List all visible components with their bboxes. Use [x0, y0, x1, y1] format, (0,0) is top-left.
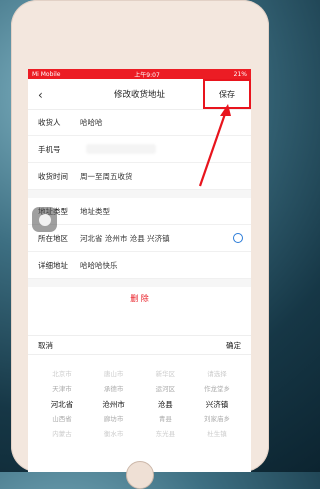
picker-option[interactable]: 山西省 [52, 412, 72, 427]
picker-columns: 北京市 天津市 河北省 山西省 内蒙古 唐山市 承德市 沧州市 廊坊市 衡水市 … [28, 355, 251, 442]
delivery-time-value[interactable]: 周一至周五收货 [80, 171, 133, 182]
picker-option[interactable]: 北京市 [52, 367, 72, 382]
detail-address-value[interactable]: 哈哈哈快乐 [80, 260, 118, 271]
picker-option[interactable]: 新华区 [156, 367, 176, 382]
delivery-time-label: 收货时间 [38, 171, 68, 181]
section-gap [28, 279, 251, 287]
section-gap [28, 190, 251, 198]
picker-option-selected[interactable]: 河北省 [51, 397, 74, 412]
receiver-value[interactable]: 哈哈哈 [80, 117, 103, 128]
address-form: 收货人 哈哈哈 手机号 收货时间 周一至周五收货 地址类型 地址类型 所在地区 … [28, 109, 251, 309]
app-screen: Mi Mobile 上午9:07 21% ‹ 修改收货地址 保存 收货人 哈哈哈… [28, 69, 251, 472]
picker-option[interactable]: 作龙堂乡 [204, 382, 230, 397]
picker-option[interactable]: 请选择 [207, 367, 227, 382]
receiver-field[interactable]: 收货人 哈哈哈 [28, 109, 251, 136]
address-type-value[interactable]: 地址类型 [80, 206, 110, 217]
picker-option[interactable]: 承德市 [104, 382, 124, 397]
city-column[interactable]: 唐山市 承德市 沧州市 廊坊市 衡水市 [90, 367, 138, 442]
detail-address-label: 详细地址 [38, 260, 68, 270]
picker-option[interactable]: 衡水市 [104, 427, 124, 442]
province-column[interactable]: 北京市 天津市 河北省 山西省 内蒙古 [38, 367, 86, 442]
delete-button[interactable]: 删 除 [28, 287, 251, 309]
region-value[interactable]: 河北省 沧州市 沧县 兴济镇 [80, 233, 170, 244]
picker-option[interactable]: 内蒙古 [52, 427, 72, 442]
carrier: Mi Mobile [32, 70, 61, 78]
region-label: 所在地区 [38, 233, 68, 243]
picker-option-selected[interactable]: 兴济镇 [206, 397, 229, 412]
region-field[interactable]: 所在地区 河北省 沧州市 沧县 兴济镇 [28, 225, 251, 252]
picker-option[interactable]: 天津市 [52, 382, 72, 397]
assistive-touch-dot [38, 213, 51, 226]
picker-option[interactable]: 东光县 [156, 427, 176, 442]
status-bar: Mi Mobile 上午9:07 21% [28, 69, 251, 79]
receiver-label: 收货人 [38, 117, 61, 127]
picker-option-selected[interactable]: 沧县 [158, 397, 173, 412]
picker-option[interactable]: 杜生镇 [207, 427, 227, 442]
picker-option[interactable]: 青县 [159, 412, 172, 427]
picker-header: 取消 确定 [28, 336, 251, 355]
picker-option-selected[interactable]: 沧州市 [102, 397, 125, 412]
home-button[interactable] [126, 461, 154, 489]
assistive-touch-button[interactable] [32, 207, 57, 232]
status-time: 上午9:07 [134, 71, 160, 79]
picker-option[interactable]: 唐山市 [104, 367, 124, 382]
region-picker: 取消 确定 北京市 天津市 河北省 山西省 内蒙古 唐山市 承德市 沧州市 廊坊… [28, 335, 251, 472]
picker-cancel-button[interactable]: 取消 [38, 340, 53, 351]
phone-label: 手机号 [38, 144, 61, 154]
picker-option[interactable]: 廊坊市 [104, 412, 124, 427]
title-bar: ‹ 修改收货地址 保存 [28, 79, 251, 110]
delivery-time-field[interactable]: 收货时间 周一至周五收货 [28, 163, 251, 190]
picker-option[interactable]: 运河区 [156, 382, 176, 397]
picker-option[interactable]: 刘家庙乡 [204, 412, 230, 427]
detail-address-field[interactable]: 详细地址 哈哈哈快乐 [28, 252, 251, 279]
address-type-field[interactable]: 地址类型 地址类型 [28, 198, 251, 225]
save-button[interactable]: 保存 [203, 79, 251, 109]
locate-icon[interactable] [233, 233, 243, 243]
picker-confirm-button[interactable]: 确定 [226, 340, 241, 351]
phone-field[interactable]: 手机号 [28, 136, 251, 163]
county-column[interactable]: 新华区 运河区 沧县 青县 东光县 [141, 367, 189, 442]
town-column[interactable]: 请选择 作龙堂乡 兴济镇 刘家庙乡 杜生镇 [193, 367, 241, 442]
phone-value-redacted[interactable] [86, 144, 156, 154]
battery: 21% [233, 70, 247, 78]
back-arrow-icon[interactable]: ‹ [38, 88, 43, 102]
